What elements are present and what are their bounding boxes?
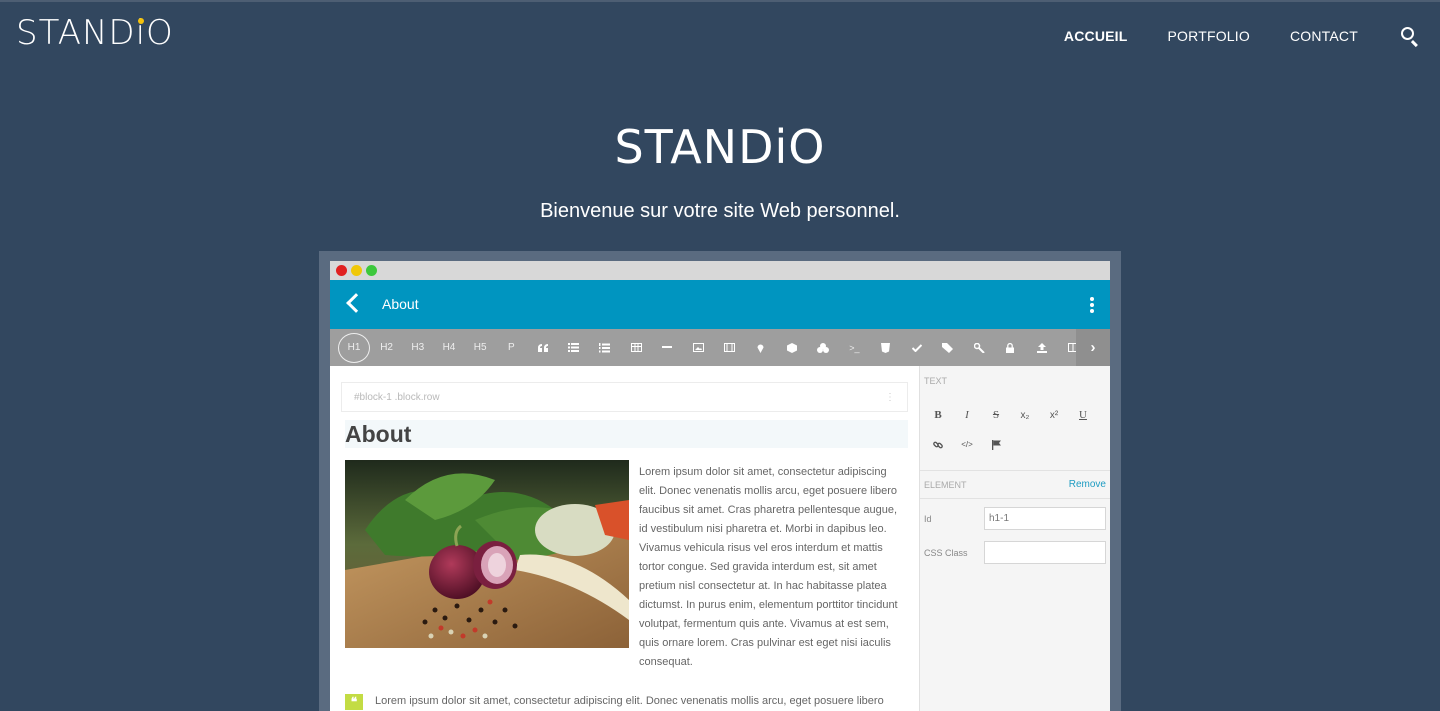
maximize-window-button[interactable] — [366, 265, 377, 276]
nav-contact[interactable]: CONTACT — [1290, 28, 1358, 44]
toolbar-p-button[interactable]: P — [496, 333, 527, 363]
link-icon[interactable] — [928, 440, 948, 453]
more-menu-icon[interactable] — [1090, 297, 1094, 313]
id-field-label: Id — [924, 514, 932, 524]
editor-window: About H1 H2 H3 H4 H5 P >_ › #block-1 .bl… — [330, 261, 1110, 711]
editor-mockup-frame: About H1 H2 H3 H4 H5 P >_ › #block-1 .bl… — [319, 251, 1121, 711]
bullet-list-icon[interactable] — [558, 333, 589, 363]
check-icon[interactable] — [901, 333, 932, 363]
properties-panel: TEXT B I S x₂ x² U </> ELEMENT Remove Id… — [919, 366, 1110, 711]
editor-page-title: About — [382, 296, 419, 312]
block-selector-path: #block-1 .block.row — [354, 392, 440, 403]
logo-dot — [137, 18, 144, 24]
editor-appbar: About — [330, 280, 1110, 329]
close-window-button[interactable] — [336, 265, 347, 276]
code-icon[interactable]: </> — [957, 440, 977, 449]
lock-icon[interactable] — [995, 333, 1026, 363]
superscript-button[interactable]: x² — [1044, 410, 1064, 421]
html5-icon[interactable] — [870, 333, 901, 363]
vegetables-photo — [345, 460, 629, 648]
bold-button[interactable]: B — [928, 409, 948, 421]
window-titlebar — [330, 261, 1110, 280]
search-icon[interactable] — [1400, 26, 1420, 47]
toolbar-h2-button[interactable]: H2 — [371, 333, 402, 363]
toolbar-h1-button[interactable]: H1 — [338, 332, 370, 363]
video-icon[interactable] — [714, 333, 745, 363]
editor-canvas: #block-1 .block.row ⋮ About Lorem ipsum … — [330, 366, 920, 711]
top-navbar: STANDi O ACCUEIL PORTFOLIO CONTACT — [0, 0, 1440, 66]
toolbar-h5-button[interactable]: H5 — [465, 333, 496, 363]
quote-block[interactable]: ❝ Lorem ipsum dolor sit amet, consectetu… — [345, 693, 910, 711]
about-heading[interactable]: About — [345, 420, 908, 448]
block-selector[interactable]: #block-1 .block.row ⋮ — [341, 382, 908, 412]
subscript-button[interactable]: x₂ — [1015, 410, 1035, 421]
toolbar-more-chevron-icon[interactable]: › — [1076, 329, 1110, 366]
image-icon[interactable] — [683, 333, 714, 363]
key-icon[interactable] — [964, 333, 995, 363]
element-section-label: ELEMENT — [924, 480, 967, 490]
site-logo[interactable]: STANDi O — [16, 14, 174, 52]
italic-button[interactable]: I — [957, 409, 977, 421]
toolbar-h4-button[interactable]: H4 — [433, 333, 464, 363]
text-section-label: TEXT — [924, 376, 948, 386]
formatting-toolbar: H1 H2 H3 H4 H5 P >_ › — [330, 329, 1110, 366]
horizontal-rule-icon[interactable] — [652, 333, 683, 363]
about-paragraph[interactable]: Lorem ipsum dolor sit amet, consectetur … — [639, 463, 905, 672]
underline-button[interactable]: U — [1073, 409, 1093, 421]
block-options-icon[interactable]: ⋮ — [885, 383, 895, 413]
nav-accueil[interactable]: ACCUEIL — [1064, 28, 1128, 44]
toolbar-h3-button[interactable]: H3 — [402, 333, 433, 363]
hero-title: STANDiO — [614, 120, 826, 174]
id-field[interactable] — [984, 507, 1106, 530]
hero-subtitle: Bienvenue sur votre site Web personnel. — [540, 200, 900, 222]
map-pin-icon[interactable] — [745, 333, 776, 363]
panel-divider — [920, 498, 1110, 499]
shapes-icon[interactable] — [808, 333, 839, 363]
strikethrough-button[interactable]: S — [986, 409, 1006, 421]
css-class-field[interactable] — [984, 541, 1106, 564]
panel-divider — [920, 470, 1110, 471]
tags-icon[interactable] — [932, 333, 963, 363]
numbered-list-icon[interactable] — [589, 333, 620, 363]
quote-icon[interactable] — [527, 333, 558, 363]
flag-icon[interactable] — [986, 440, 1006, 453]
remove-element-link[interactable]: Remove — [1069, 479, 1106, 490]
back-arrow-icon[interactable] — [346, 293, 366, 313]
nav-portfolio[interactable]: PORTFOLIO — [1168, 28, 1250, 44]
upload-icon[interactable] — [1026, 333, 1057, 363]
terminal-icon[interactable]: >_ — [839, 333, 870, 363]
quote-badge-icon: ❝ — [345, 694, 363, 710]
css-class-field-label: CSS Class — [924, 548, 968, 558]
minimize-window-button[interactable] — [351, 265, 362, 276]
quote-text[interactable]: Lorem ipsum dolor sit amet, consectetur … — [375, 695, 884, 707]
main-nav: ACCUEIL PORTFOLIO CONTACT — [1024, 26, 1420, 47]
table-icon[interactable] — [621, 333, 652, 363]
box-icon[interactable] — [776, 333, 807, 363]
